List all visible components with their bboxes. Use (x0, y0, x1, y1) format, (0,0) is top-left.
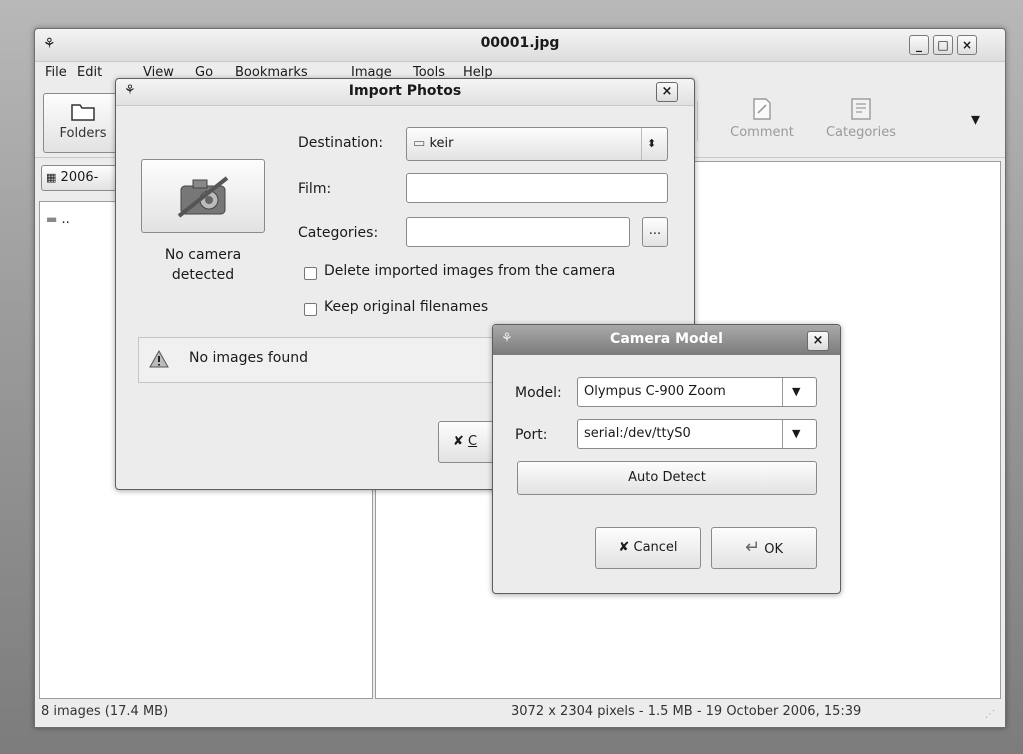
info-bar: No images found (138, 337, 500, 383)
keep-filenames-checkbox[interactable] (304, 303, 317, 316)
import-cancel-button[interactable]: ✘ C (438, 421, 498, 463)
status-left: 8 images (17.4 MB) (41, 704, 169, 719)
categories-browse-button[interactable]: ... (642, 217, 668, 247)
combo-divider (782, 378, 783, 406)
model-value: Olympus C-900 Zoom (584, 384, 726, 399)
toolbar-separator (697, 101, 698, 141)
film-label: Film: (298, 181, 332, 197)
import-titlebar[interactable]: ⚘ Import Photos × (116, 79, 694, 106)
no-images-message: No images found (189, 350, 308, 366)
comment-label: Comment (730, 125, 794, 140)
destination-label: Destination: (298, 135, 384, 151)
categories-input[interactable] (406, 217, 630, 247)
delete-imported-checkbox[interactable] (304, 267, 317, 280)
folder-item-label: .. (61, 212, 70, 227)
folder-icon: ▭ (413, 136, 426, 151)
camera-model-dialog: ⚘ Camera Model × Model: Olympus C-900 Zo… (492, 324, 841, 594)
minimize-button[interactable]: _ (909, 35, 929, 55)
port-value: serial:/dev/ttyS0 (584, 426, 691, 441)
camera-button[interactable] (141, 159, 265, 233)
location-button[interactable]: ▦ 2006- (41, 165, 121, 191)
enter-arrow-icon: ↵ (745, 537, 761, 558)
combo-divider (782, 420, 783, 448)
folder-icon (71, 104, 95, 121)
auto-detect-button[interactable]: Auto Detect (517, 461, 817, 495)
categories-toolbar-label: Categories (825, 125, 897, 140)
chevron-down-icon[interactable]: ▼ (792, 420, 800, 448)
destination-select[interactable]: ▭ keir ⬍ (406, 127, 668, 161)
model-label: Model: (515, 385, 562, 401)
auto-detect-label: Auto Detect (628, 470, 706, 485)
warning-icon (149, 350, 169, 368)
camera-ok-label: OK (764, 542, 783, 557)
categories-icon (851, 98, 871, 120)
close-button[interactable]: × (957, 35, 977, 55)
location-label: 2006- (60, 170, 99, 185)
port-combo[interactable]: serial:/dev/ttyS0 ▼ (577, 419, 817, 449)
film-input[interactable] (406, 173, 668, 203)
port-label: Port: (515, 427, 548, 443)
import-cancel-label: C (468, 434, 478, 449)
camera-dialog-title: Camera Model (610, 331, 723, 347)
destination-value: keir (429, 136, 454, 151)
cancel-x-icon: ✘ (618, 540, 630, 555)
folder-icon: ▬ (46, 212, 58, 226)
camera-status: No camera detected (164, 247, 242, 283)
camera-cancel-label: Cancel (633, 540, 678, 555)
window-title: 00001.jpg (480, 35, 560, 51)
camera-close-button[interactable]: × (807, 331, 829, 351)
film-icon: ▦ (46, 171, 57, 184)
import-dialog-title: Import Photos (348, 83, 462, 99)
chevron-down-icon[interactable]: ▼ (792, 378, 800, 406)
keep-filenames-label[interactable]: Keep original filenames (324, 299, 488, 315)
list-item[interactable]: ▬ .. (46, 212, 70, 227)
folders-button[interactable]: Folders (43, 93, 123, 153)
import-close-button[interactable]: × (656, 82, 678, 102)
select-divider (641, 128, 642, 160)
resize-grip-icon[interactable]: ⋰ (985, 709, 995, 720)
maximize-button[interactable]: □ (933, 35, 953, 55)
camera-disabled-icon (177, 176, 229, 218)
camera-cancel-button[interactable]: ✘ Cancel (595, 527, 701, 569)
folders-label: Folders (59, 126, 107, 141)
comment-button[interactable]: Comment (717, 93, 807, 153)
toolbar-overflow-icon[interactable]: ▾ (971, 109, 980, 130)
camera-titlebar[interactable]: ⚘ Camera Model × (493, 325, 840, 355)
menu-file[interactable]: File (45, 65, 67, 80)
updown-arrow-icon: ⬍ (647, 137, 657, 150)
cancel-x-icon: ✘ (453, 434, 464, 449)
categories-toolbar-button[interactable]: Categories (815, 93, 907, 153)
status-right: 3072 x 2304 pixels - 1.5 MB - 19 October… (511, 704, 862, 719)
delete-imported-label[interactable]: Delete imported images from the camera (324, 263, 615, 279)
menu-edit[interactable]: Edit (77, 65, 102, 80)
camera-ok-button[interactable]: ↵ OK (711, 527, 817, 569)
comment-icon (753, 98, 771, 120)
categories-label: Categories: (298, 225, 379, 241)
model-combo[interactable]: Olympus C-900 Zoom ▼ (577, 377, 817, 407)
main-titlebar[interactable]: ⚘ 00001.jpg _ □ × (35, 29, 1005, 62)
